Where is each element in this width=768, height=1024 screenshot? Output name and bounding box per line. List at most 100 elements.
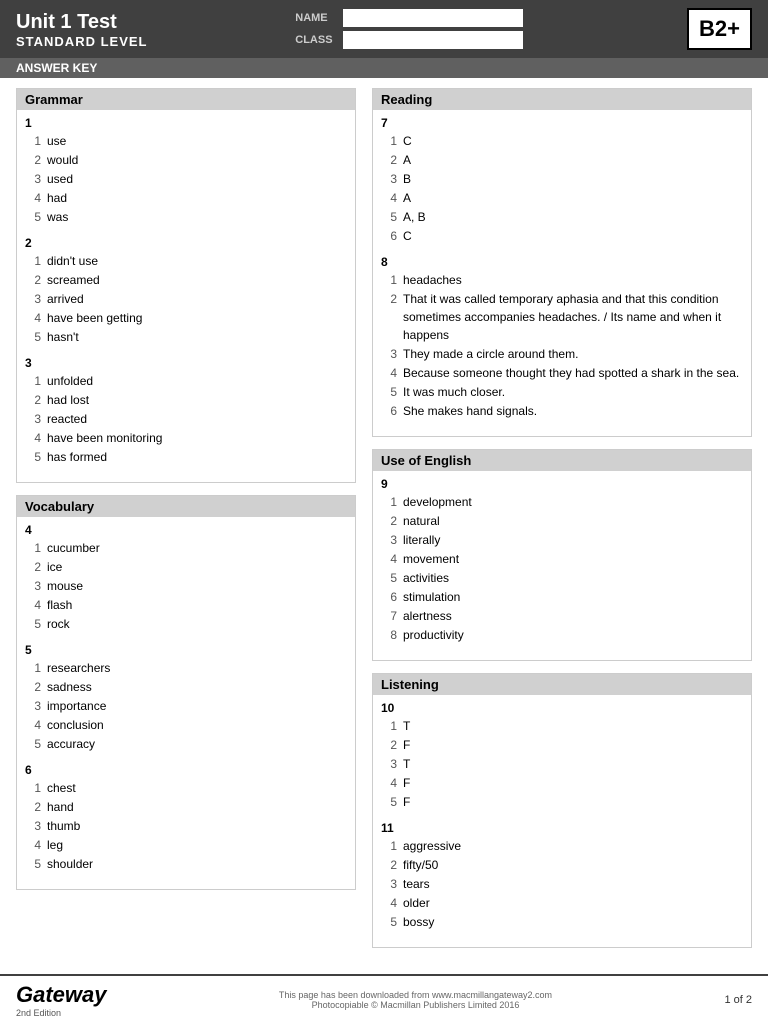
list-item: 1researchers bbox=[29, 659, 347, 677]
list-item: 2sadness bbox=[29, 678, 347, 696]
vocabulary-header: Vocabulary bbox=[17, 496, 355, 517]
grammar-q1-list: 1use 2would 3used 4had 5was bbox=[25, 132, 347, 226]
name-label: NAME bbox=[295, 12, 335, 24]
listening-q10-num: 10 bbox=[381, 701, 743, 715]
list-item: 6C bbox=[385, 227, 743, 245]
listening-q10-list: 1T 2F 3T 4F 5F bbox=[381, 717, 743, 811]
list-item: 5was bbox=[29, 208, 347, 226]
listening-section: Listening 10 1T 2F 3T 4F 5F bbox=[372, 673, 752, 948]
list-item: 4have been monitoring bbox=[29, 429, 347, 447]
list-item: 2had lost bbox=[29, 391, 347, 409]
list-item: 5A, B bbox=[385, 208, 743, 226]
reading-q8-list: 1headaches 2That it was called temporary… bbox=[381, 271, 743, 420]
list-item: 5hasn't bbox=[29, 328, 347, 346]
footer-page: 1 of 2 bbox=[724, 994, 752, 1006]
grammar-section: Grammar 1 1use 2would 3used 4had 5was bbox=[16, 88, 356, 483]
list-item: 3B bbox=[385, 170, 743, 188]
list-item: 5accuracy bbox=[29, 735, 347, 753]
use-of-english-section: Use of English 9 1development 2natural 3… bbox=[372, 449, 752, 661]
listening-q11-list: 1aggressive 2fifty/50 3tears 4older 5bos… bbox=[381, 837, 743, 931]
use-of-english-body: 9 1development 2natural 3literally 4move… bbox=[373, 471, 751, 660]
footer: Gateway 2nd Edition This page has been d… bbox=[0, 974, 768, 1024]
list-item: 1unfolded bbox=[29, 372, 347, 390]
reading-q7-num: 7 bbox=[381, 116, 743, 130]
footer-line1: This page has been downloaded from www.m… bbox=[279, 990, 552, 1000]
list-item: 2screamed bbox=[29, 271, 347, 289]
grammar-body: 1 1use 2would 3used 4had 5was 2 bbox=[17, 110, 355, 482]
class-row: CLASS bbox=[295, 31, 523, 49]
reading-q8: 8 1headaches 2That it was called tempora… bbox=[381, 255, 743, 420]
list-item: 6stimulation bbox=[385, 588, 743, 606]
list-item: 1C bbox=[385, 132, 743, 150]
list-item: 5activities bbox=[385, 569, 743, 587]
list-item: 3T bbox=[385, 755, 743, 773]
list-item: 1aggressive bbox=[385, 837, 743, 855]
listening-q11-num: 11 bbox=[381, 821, 743, 835]
list-item: 2That it was called temporary aphasia an… bbox=[385, 290, 743, 344]
reading-q7: 7 1C 2A 3B 4A 5A, B 6C bbox=[381, 116, 743, 245]
reading-header: Reading bbox=[373, 89, 751, 110]
logo-edition: 2nd Edition bbox=[16, 1008, 107, 1018]
list-item: 1chest bbox=[29, 779, 347, 797]
content: Grammar 1 1use 2would 3used 4had 5was bbox=[0, 78, 768, 970]
class-input[interactable] bbox=[343, 31, 523, 49]
reading-body: 7 1C 2A 3B 4A 5A, B 6C 8 bbox=[373, 110, 751, 436]
list-item: 1headaches bbox=[385, 271, 743, 289]
grammar-header: Grammar bbox=[17, 89, 355, 110]
vocabulary-q5: 5 1researchers 2sadness 3importance 4con… bbox=[25, 643, 347, 753]
vocabulary-body: 4 1cucumber 2ice 3mouse 4flash 5rock 5 bbox=[17, 517, 355, 889]
footer-line2: Photocopiable © Macmillan Publishers Lim… bbox=[279, 1000, 552, 1010]
list-item: 1T bbox=[385, 717, 743, 735]
reading-q8-num: 8 bbox=[381, 255, 743, 269]
vocabulary-q6: 6 1chest 2hand 3thumb 4leg 5shoulder bbox=[25, 763, 347, 873]
list-item: 4A bbox=[385, 189, 743, 207]
list-item: 1cucumber bbox=[29, 539, 347, 557]
grammar-q1-num: 1 bbox=[25, 116, 347, 130]
header: Unit 1 Test STANDARD LEVEL NAME CLASS B2… bbox=[0, 0, 768, 58]
grammar-q3: 3 1unfolded 2had lost 3reacted 4have bee… bbox=[25, 356, 347, 466]
list-item: 5shoulder bbox=[29, 855, 347, 873]
list-item: 2natural bbox=[385, 512, 743, 530]
list-item: 3reacted bbox=[29, 410, 347, 428]
listening-body: 10 1T 2F 3T 4F 5F 11 1aggressive bbox=[373, 695, 751, 947]
list-item: 4Because someone thought they had spotte… bbox=[385, 364, 743, 382]
list-item: 3mouse bbox=[29, 577, 347, 595]
list-item: 5has formed bbox=[29, 448, 347, 466]
vocabulary-q4: 4 1cucumber 2ice 3mouse 4flash 5rock bbox=[25, 523, 347, 633]
grammar-q1: 1 1use 2would 3used 4had 5was bbox=[25, 116, 347, 226]
vocab-q6-num: 6 bbox=[25, 763, 347, 777]
grammar-q2-list: 1didn't use 2screamed 3arrived 4have bee… bbox=[25, 252, 347, 346]
uoe-q9: 9 1development 2natural 3literally 4move… bbox=[381, 477, 743, 644]
reading-section: Reading 7 1C 2A 3B 4A 5A, B 6C bbox=[372, 88, 752, 437]
list-item: 7alertness bbox=[385, 607, 743, 625]
grammar-q2-num: 2 bbox=[25, 236, 347, 250]
list-item: 2F bbox=[385, 736, 743, 754]
reading-q7-list: 1C 2A 3B 4A 5A, B 6C bbox=[381, 132, 743, 245]
vocabulary-section: Vocabulary 4 1cucumber 2ice 3mouse 4flas… bbox=[16, 495, 356, 890]
list-item: 4flash bbox=[29, 596, 347, 614]
list-item: 2would bbox=[29, 151, 347, 169]
name-row: NAME bbox=[295, 9, 523, 27]
list-item: 3They made a circle around them. bbox=[385, 345, 743, 363]
list-item: 5rock bbox=[29, 615, 347, 633]
list-item: 4leg bbox=[29, 836, 347, 854]
left-column: Grammar 1 1use 2would 3used 4had 5was bbox=[16, 88, 356, 960]
listening-header: Listening bbox=[373, 674, 751, 695]
name-input[interactable] bbox=[343, 9, 523, 27]
list-item: 2A bbox=[385, 151, 743, 169]
list-item: 4older bbox=[385, 894, 743, 912]
grammar-q3-num: 3 bbox=[25, 356, 347, 370]
list-item: 1didn't use bbox=[29, 252, 347, 270]
list-item: 3literally bbox=[385, 531, 743, 549]
list-item: 1use bbox=[29, 132, 347, 150]
b2-badge: B2+ bbox=[687, 8, 752, 50]
vocab-q5-list: 1researchers 2sadness 3importance 4concl… bbox=[25, 659, 347, 753]
uoe-q9-list: 1development 2natural 3literally 4moveme… bbox=[381, 493, 743, 644]
listening-q11: 11 1aggressive 2fifty/50 3tears 4older 5… bbox=[381, 821, 743, 931]
list-item: 8productivity bbox=[385, 626, 743, 644]
listening-q10: 10 1T 2F 3T 4F 5F bbox=[381, 701, 743, 811]
list-item: 4movement bbox=[385, 550, 743, 568]
vocab-q5-num: 5 bbox=[25, 643, 347, 657]
list-item: 3tears bbox=[385, 875, 743, 893]
list-item: 1development bbox=[385, 493, 743, 511]
